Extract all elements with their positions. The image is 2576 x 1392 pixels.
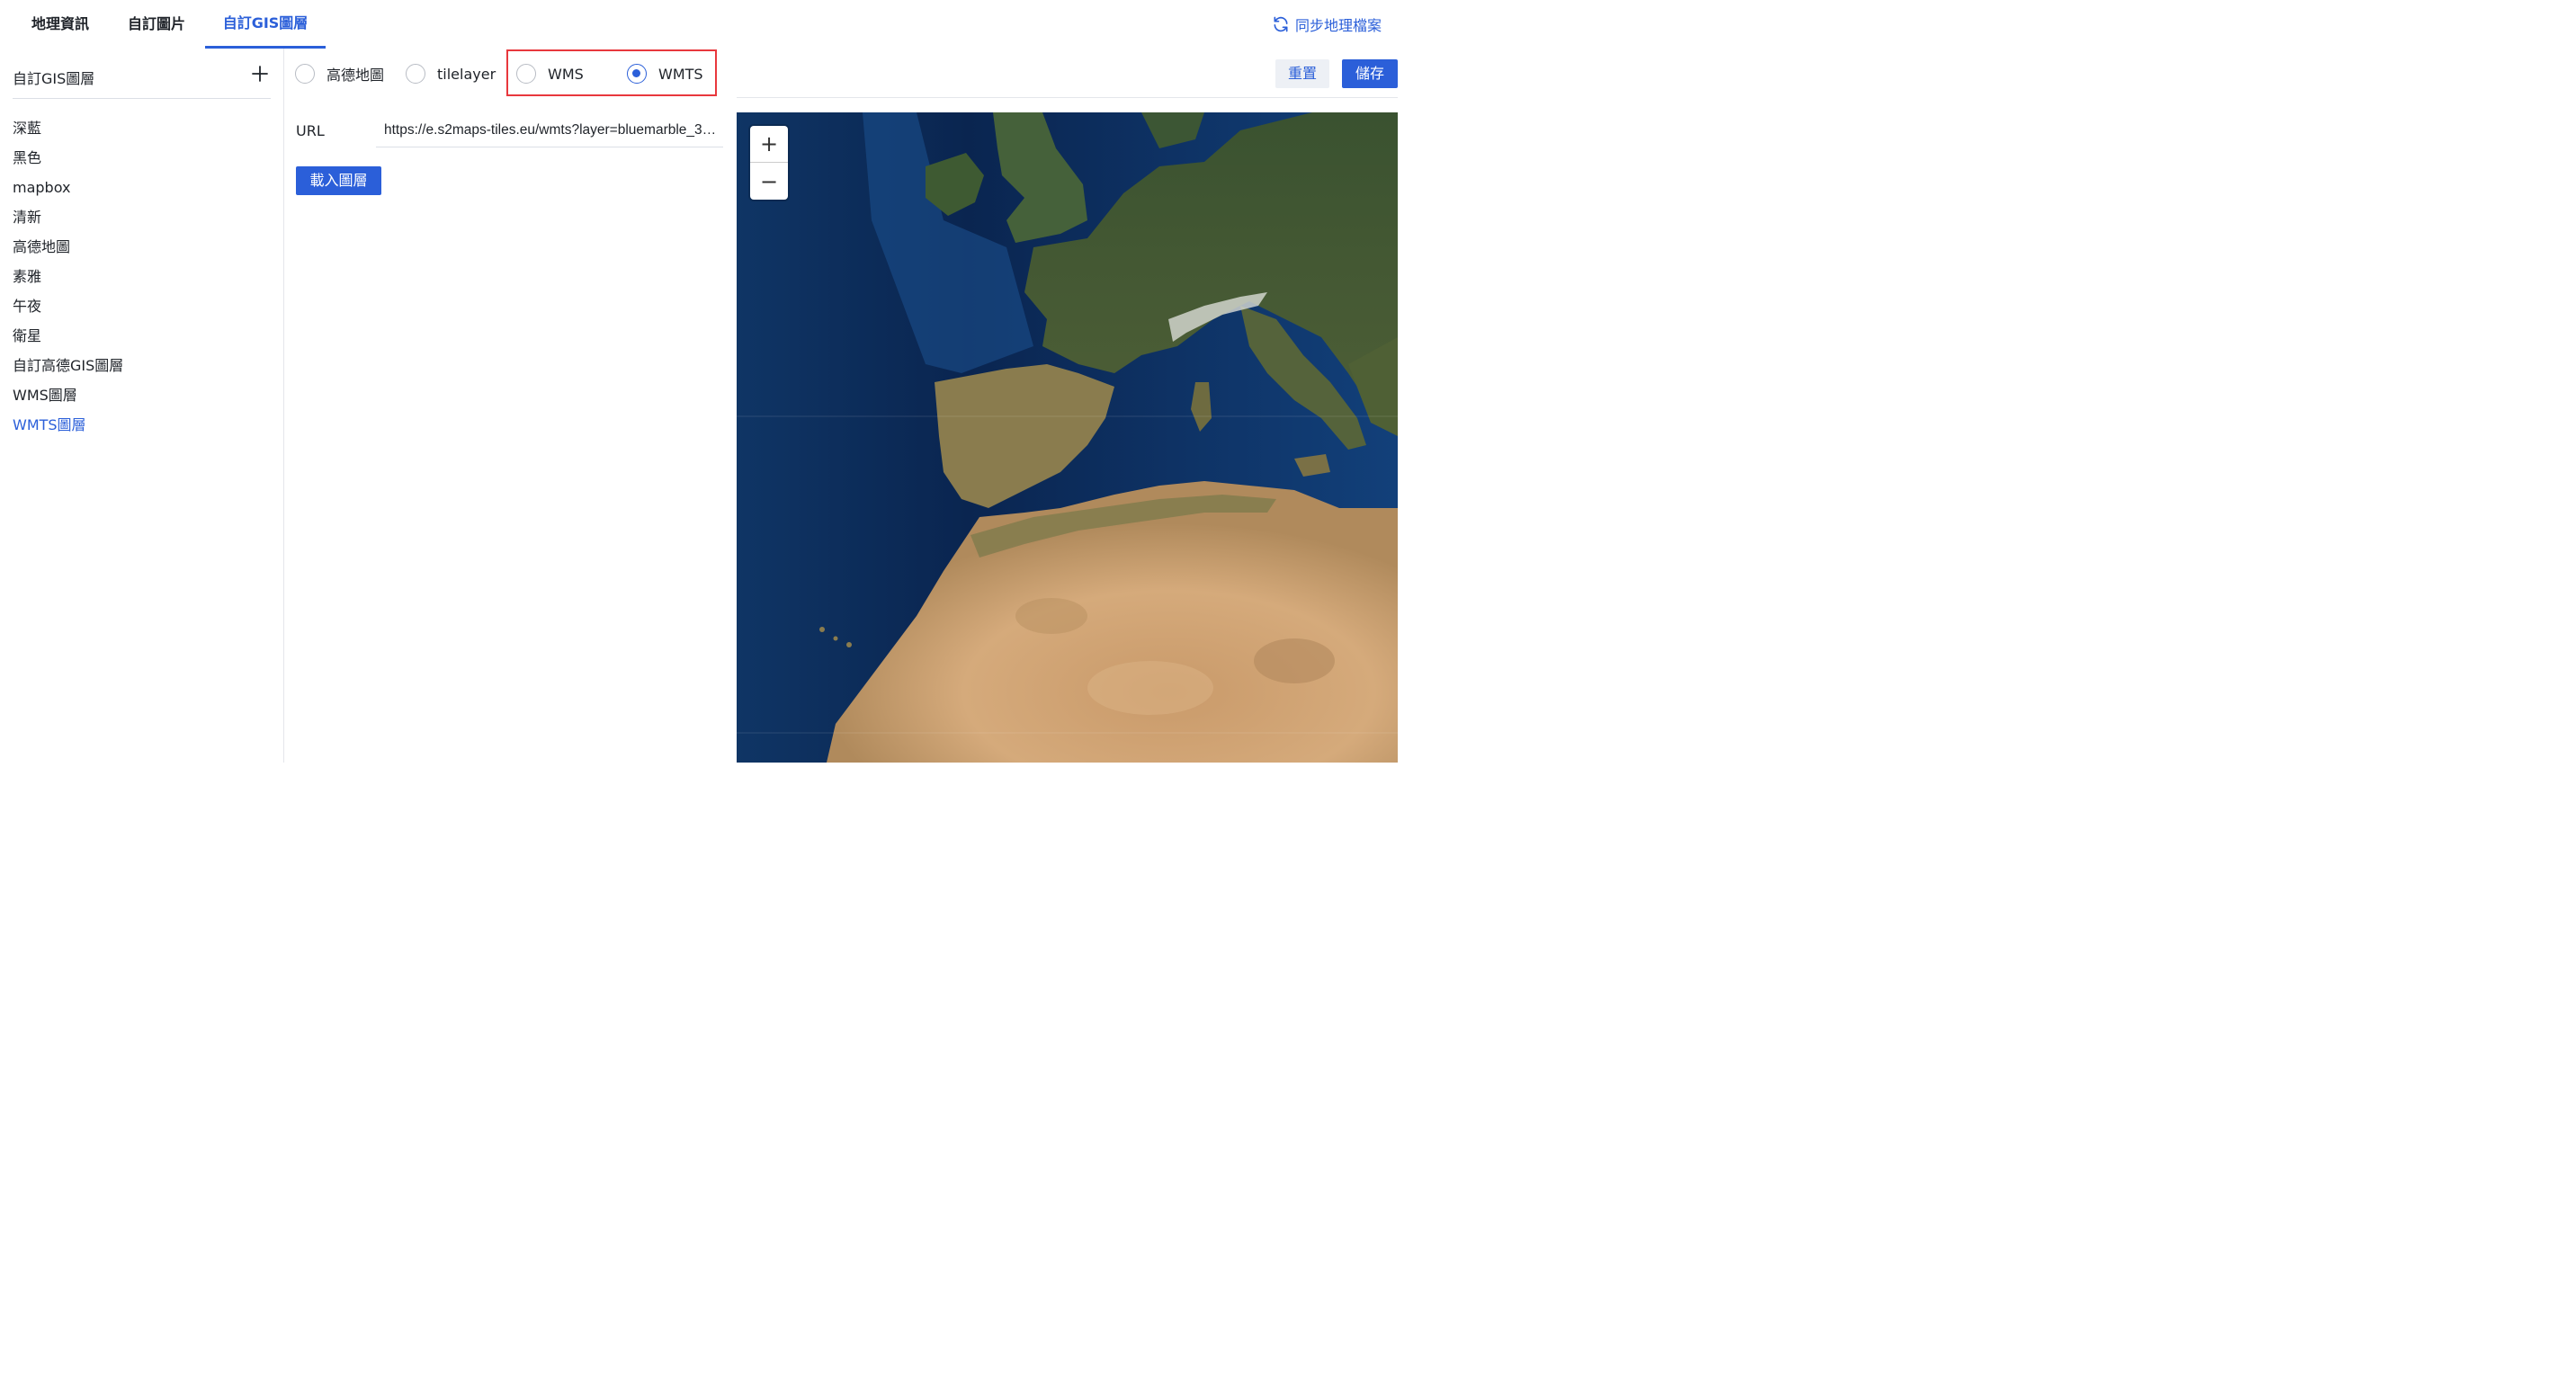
plus-icon[interactable] (249, 63, 271, 85)
sidebar-item-elegant[interactable]: 素雅 (13, 262, 123, 291)
sidebar-item-midnight[interactable]: 午夜 (13, 291, 123, 321)
sidebar-item-deep-blue[interactable]: 深藍 (13, 113, 123, 143)
map-view[interactable]: + − (737, 112, 1398, 763)
sidebar-item-custom-amap-gis[interactable]: 自訂高德GIS圖層 (13, 351, 123, 380)
radio-circle-selected[interactable] (627, 64, 647, 84)
refresh-icon (1274, 16, 1288, 32)
zoom-out-button[interactable]: − (750, 163, 788, 200)
sync-geo-files-button[interactable]: 同步地理檔案 (1272, 0, 1382, 49)
zoom-control: + − (750, 126, 788, 200)
url-label: URL (296, 122, 325, 139)
radio-label: WMTS (658, 65, 703, 83)
sidebar-item-black[interactable]: 黑色 (13, 143, 123, 173)
radio-label: WMS (548, 65, 584, 83)
satellite-map-image (737, 112, 1398, 763)
radio-label: 高德地圖 (326, 67, 385, 84)
radio-wms[interactable]: WMS (516, 56, 584, 92)
sidebar-item-mapbox[interactable]: mapbox (13, 173, 123, 202)
radio-wmts[interactable]: WMTS (627, 56, 703, 92)
sidebar-item-wmts-layer[interactable]: WMTS圖層 (13, 410, 123, 440)
tab-custom-gis-layer[interactable]: 自訂GIS圖層 (205, 0, 326, 49)
layer-sidebar: 自訂GIS圖層 深藍 黑色 mapbox 清新 高德地圖 素雅 午夜 衛星 自訂… (0, 49, 284, 763)
layer-list: 深藍 黑色 mapbox 清新 高德地圖 素雅 午夜 衛星 自訂高德GIS圖層 … (13, 113, 123, 440)
radio-tilelayer[interactable]: tilelayer (406, 56, 496, 92)
save-button[interactable]: 儲存 (1342, 59, 1398, 88)
radio-amap[interactable]: 高德地圖 (295, 56, 384, 92)
sync-label: 同步地理檔案 (1294, 17, 1382, 34)
sidebar-item-amap[interactable]: 高德地圖 (13, 232, 123, 262)
top-tab-bar: 地理資訊 自訂圖片 自訂GIS圖層 同步地理檔案 (0, 0, 1410, 49)
load-layer-button[interactable]: 載入圖層 (296, 166, 381, 195)
zoom-in-button[interactable]: + (750, 126, 788, 163)
tab-custom-image[interactable]: 自訂圖片 (127, 0, 186, 49)
url-input[interactable] (376, 115, 723, 147)
radio-circle[interactable] (516, 64, 536, 84)
sidebar-item-wms-layer[interactable]: WMS圖層 (13, 380, 123, 410)
sidebar-item-satellite[interactable]: 衛星 (13, 321, 123, 351)
sidebar-title: 自訂GIS圖層 (13, 70, 95, 87)
reset-button[interactable]: 重置 (1275, 59, 1329, 88)
tab-geo-info[interactable]: 地理資訊 (31, 0, 90, 49)
divider (737, 97, 1398, 98)
sidebar-item-fresh[interactable]: 清新 (13, 202, 123, 232)
radio-circle[interactable] (295, 64, 315, 84)
radio-circle[interactable] (406, 64, 425, 84)
radio-label: tilelayer (437, 65, 496, 83)
sidebar-header: 自訂GIS圖層 (13, 61, 271, 99)
